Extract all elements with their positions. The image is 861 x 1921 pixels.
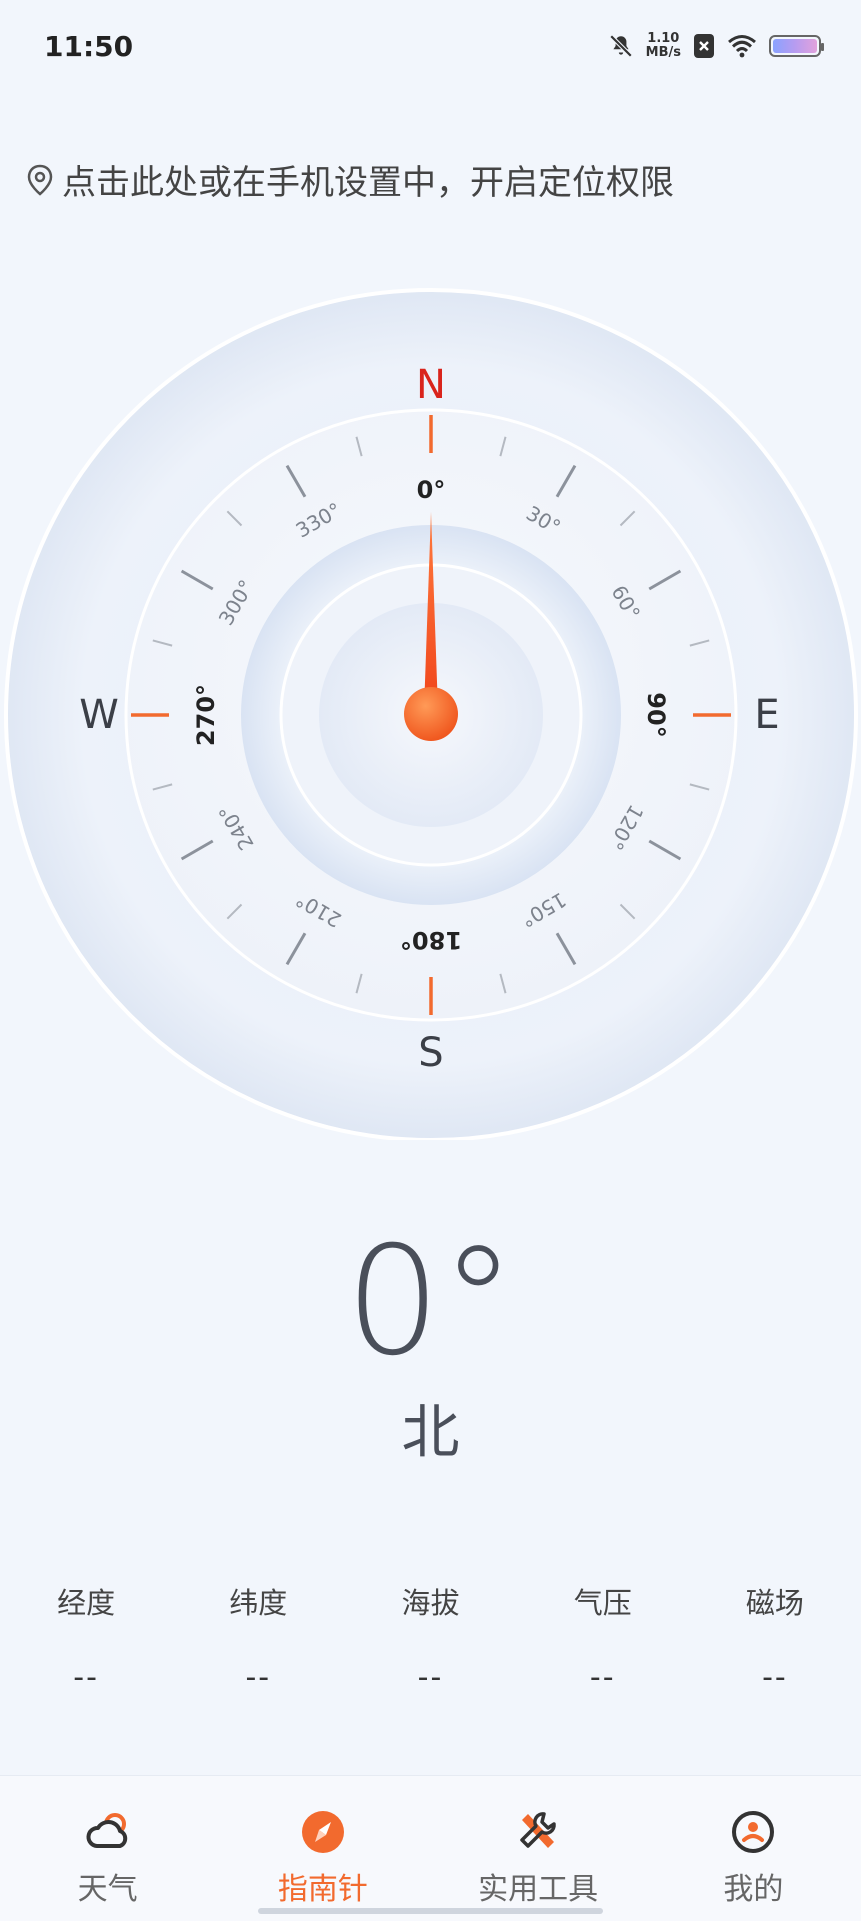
heading-direction: 北 (401, 1398, 460, 1466)
info-label: 气压 (573, 1586, 632, 1620)
info-value: -- (245, 1660, 272, 1695)
tab-compass[interactable]: 指南针 (215, 1776, 430, 1921)
tab-label: 实用工具 (478, 1872, 599, 1907)
info-pressure: 气压 -- (517, 1580, 689, 1695)
wifi-icon (728, 35, 756, 58)
tools-icon (520, 1812, 556, 1848)
info-value: -- (73, 1660, 99, 1695)
info-latitude: 纬度 -- (172, 1580, 344, 1695)
tab-label: 我的 (723, 1872, 784, 1907)
net-speed-unit: MB/s (645, 45, 681, 60)
profile-icon (732, 1811, 775, 1853)
battery-icon (769, 35, 824, 57)
info-magnetic-field: 磁场 -- (689, 1580, 861, 1695)
info-longitude: 经度 -- (0, 1580, 172, 1695)
tab-weather[interactable]: 天气 (0, 1776, 215, 1921)
info-value: -- (589, 1660, 616, 1695)
location-permission-tip[interactable]: 点击此处或在手机设置中，开启定位权限 (26, 155, 674, 204)
heading-degree: 0° (345, 1215, 516, 1389)
location-info-row: 经度 -- 纬度 -- 海拔 -- 气压 -- 磁场 -- (0, 1580, 861, 1695)
location-pin-icon (27, 164, 53, 196)
mute-bell-icon (609, 34, 632, 58)
cardinal-south: S (418, 1030, 443, 1076)
cardinal-east: E (754, 692, 779, 738)
status-time: 11:50 (44, 30, 134, 63)
compass-dial: 0°30°60°90°120°150°180°210°240°270°300°3… (4, 288, 858, 1142)
net-speed: 1.10 MB/s (646, 32, 681, 60)
compass: 0° 30° 60° 90° 120° 150° 180° 210° 240° 270° 300° 3… (0, 270, 861, 1142)
info-label: 纬度 (229, 1586, 288, 1620)
info-value: -- (417, 1660, 444, 1695)
net-speed-value: 1.10 (647, 31, 680, 46)
cardinal-north: N (416, 362, 446, 408)
status-bar: 11:50 1.10 MB/s (0, 0, 861, 100)
info-label: 经度 (57, 1586, 116, 1620)
cardinal-west: W (79, 692, 119, 738)
tab-label: 天气 (77, 1872, 138, 1907)
tab-label: 指南针 (277, 1872, 368, 1907)
bottom-tab-bar: 天气 指南针 实用工具 我的 (0, 1775, 861, 1921)
info-label: 海拔 (401, 1586, 460, 1620)
sim-off-icon (694, 34, 714, 58)
tab-tools[interactable]: 实用工具 (431, 1776, 646, 1921)
location-tip-text: 点击此处或在手机设置中，开启定位权限 (62, 163, 674, 203)
home-indicator (258, 1908, 603, 1914)
info-value: -- (762, 1660, 788, 1695)
status-icons: 1.10 MB/s (608, 32, 824, 60)
weather-cloud-icon (86, 1813, 127, 1848)
compass-icon (301, 1811, 344, 1853)
compass-needle-knob (404, 687, 458, 741)
dial-degree-label: 270° (192, 684, 220, 746)
info-altitude: 海拔 -- (344, 1580, 516, 1695)
dial-degree-label: 90° (642, 692, 670, 737)
dial-degree-label: 180° (400, 926, 462, 954)
info-label: 磁场 (745, 1586, 804, 1620)
tab-profile[interactable]: 我的 (646, 1776, 861, 1921)
dial-degree-label: 0° (417, 476, 446, 504)
